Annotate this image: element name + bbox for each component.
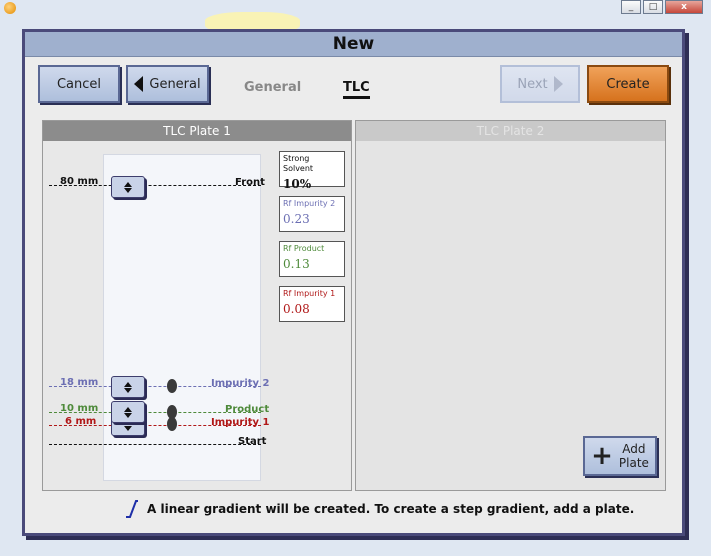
triangle-left-icon [134,76,144,92]
tab-general[interactable]: General [244,80,301,95]
triangle-right-icon [553,76,563,92]
product-marker-handle[interactable] [111,401,145,423]
impurity-1-mm-label: 6 mm [65,416,97,427]
impurity-1-spot [167,417,177,431]
next-button[interactable]: Next [500,65,580,103]
up-arrow-icon [124,181,132,187]
add-plate-line2: Plate [618,456,649,470]
rf-impurity-1-value: 0.08 [283,302,310,316]
linear-gradient-icon [126,500,138,518]
impurity-1-label: Impurity 1 [211,417,270,428]
rf-impurity-2-box[interactable]: Rf Impurity 2 0.23 [279,196,345,232]
front-mm-label: 80 mm [60,176,99,187]
impurity-2-spot [167,379,177,393]
impurity-2-label: Impurity 2 [211,378,270,389]
app-icon [4,2,16,14]
product-mm-label: 10 mm [60,403,99,414]
down-arrow-icon [124,425,132,431]
impurity-2-handle-body [111,376,145,398]
front-handle-body [111,176,145,198]
up-arrow-icon [124,381,132,387]
tlc-plate-1-header: TLC Plate 1 [43,121,351,141]
rf-product-box[interactable]: Rf Product 0.13 [279,241,345,277]
gradient-footer: A linear gradient will be created. To cr… [125,500,634,518]
tab-tlc[interactable]: TLC [343,80,370,99]
add-plate-line1: Add [622,442,646,456]
strong-solvent-title: Strong Solvent [283,154,314,173]
plus-icon: + [591,441,613,471]
product-label: Product [225,404,270,415]
close-button[interactable]: x [665,0,703,14]
up-arrow-icon [124,406,132,412]
strong-solvent-box[interactable]: Strong Solvent 10% [279,151,345,191]
tlc-plate-1-panel: TLC Plate 1 80 mm Front 18 mm Impurity 2 [42,120,352,491]
back-general-button[interactable]: General [126,65,209,103]
impurity-2-marker-handle[interactable] [111,376,145,398]
product-handle-body [111,401,145,423]
rf-impurity-2-title: Rf Impurity 2 [283,199,336,208]
rf-impurity-2-value: 0.23 [283,212,310,226]
rf-product-title: Rf Product [283,244,325,253]
add-plate-button[interactable]: + Add Plate [583,436,657,476]
gradient-footer-text: A linear gradient will be created. To cr… [147,502,635,516]
create-button[interactable]: Create [587,65,669,103]
cancel-button[interactable]: Cancel [38,65,120,103]
app-window: _ □ x New Cancel General General TLC Nex… [0,0,711,556]
down-arrow-icon [124,187,132,193]
back-general-label: General [149,76,201,92]
maximize-button[interactable]: □ [643,0,663,14]
impurity-2-mm-label: 18 mm [60,377,99,388]
down-arrow-icon [124,387,132,393]
rf-impurity-1-title: Rf Impurity 1 [283,289,336,298]
minimize-button[interactable]: _ [621,0,641,14]
dialog-title: New [25,32,682,57]
front-marker-handle[interactable] [111,176,145,198]
start-line [49,444,261,445]
strong-solvent-value: 10% [283,177,312,191]
window-controls: _ □ x [621,0,703,14]
next-label: Next [517,76,548,92]
down-arrow-icon [124,412,132,418]
rf-product-value: 0.13 [283,257,310,271]
front-label: Front [235,177,265,188]
add-plate-label: Add Plate [619,442,649,470]
rf-impurity-1-box[interactable]: Rf Impurity 1 0.08 [279,286,345,322]
new-dialog: New Cancel General General TLC Next Crea… [22,29,685,536]
tlc-plate-2-header: TLC Plate 2 [356,121,665,141]
start-label: Start [238,436,267,447]
